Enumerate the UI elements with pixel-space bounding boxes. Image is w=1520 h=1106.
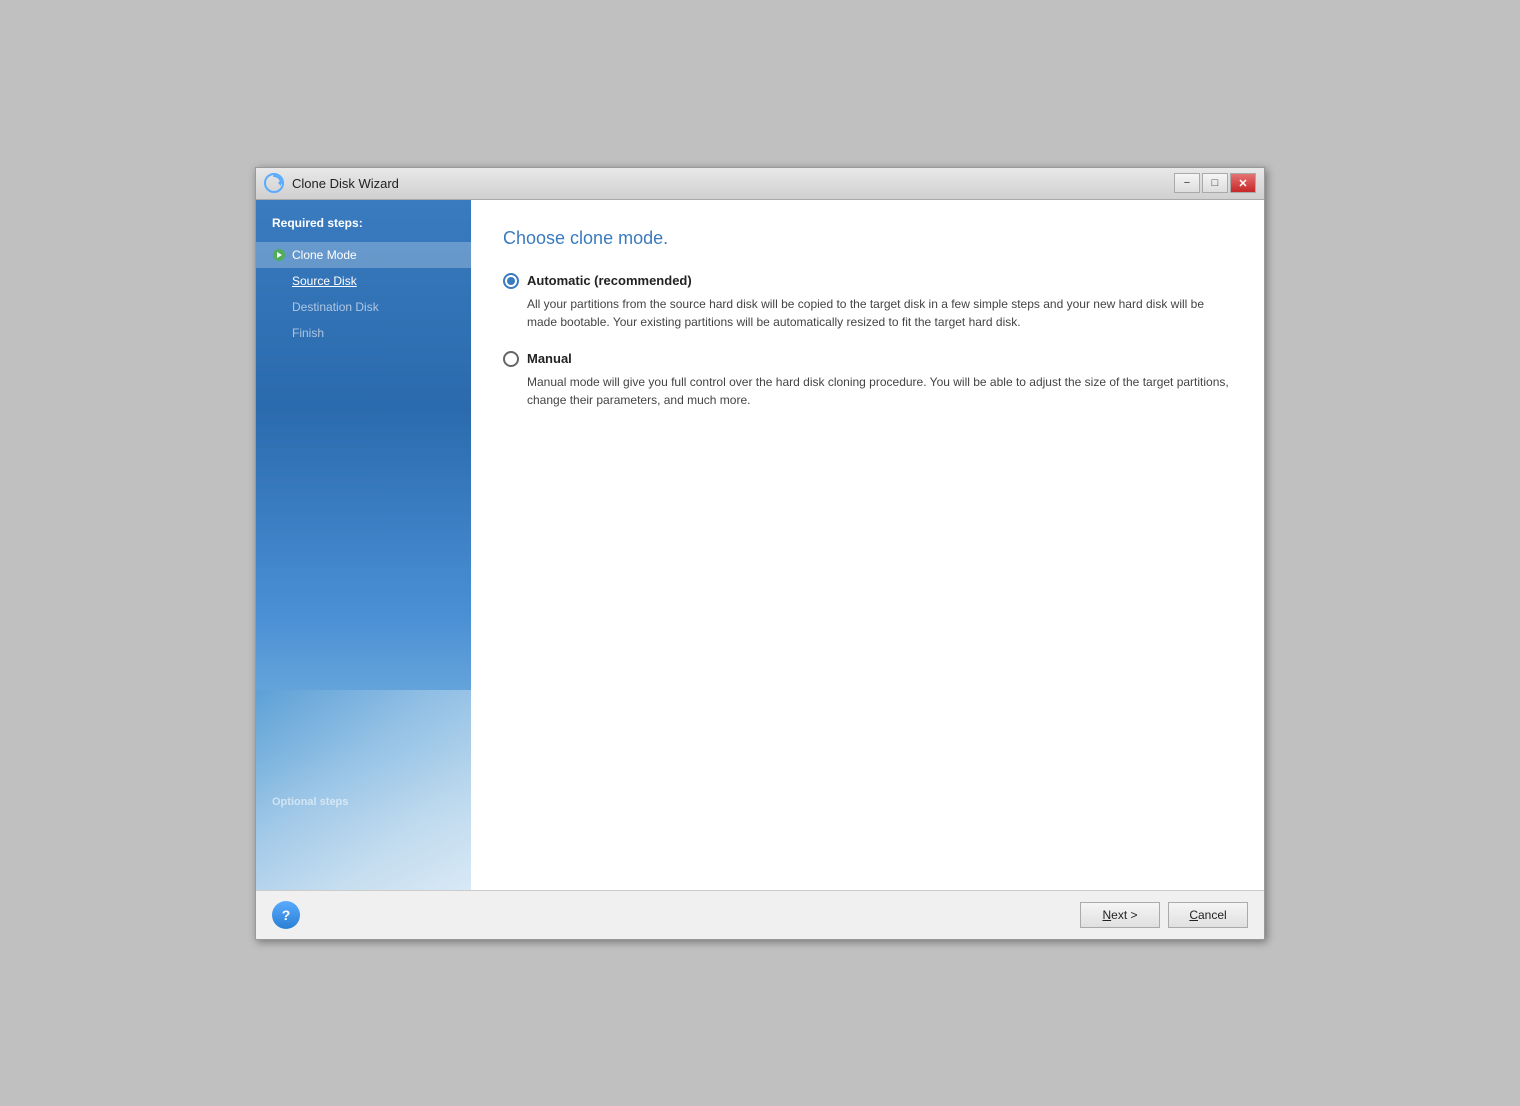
option-manual-desc: Manual mode will give you full control o…: [527, 373, 1232, 409]
sidebar-item-clone-mode[interactable]: Clone Mode: [256, 242, 471, 268]
sidebar-item-destination-disk: Destination Disk: [256, 294, 471, 320]
required-steps-label: Required steps:: [256, 216, 471, 242]
app-icon: [264, 173, 284, 193]
cancel-button[interactable]: Cancel: [1168, 902, 1248, 928]
option-automatic: Automatic (recommended) All your partiti…: [503, 273, 1232, 331]
sidebar-item-destination-disk-label: Destination Disk: [292, 300, 379, 314]
minimize-button[interactable]: −: [1174, 173, 1200, 193]
title-bar-left: Clone Disk Wizard: [264, 173, 399, 193]
wizard-body: Required steps: Clone Mode Source Disk D…: [256, 200, 1264, 890]
sidebar-item-finish: Finish: [256, 320, 471, 346]
title-bar: Clone Disk Wizard − □ ✕: [256, 168, 1264, 200]
option-automatic-label: Automatic (recommended): [527, 273, 692, 288]
main-panel: Choose clone mode. Automatic (recommende…: [471, 200, 1264, 890]
sidebar-item-clone-mode-label: Clone Mode: [292, 248, 357, 262]
option-manual-header[interactable]: Manual: [503, 351, 1232, 367]
sidebar: Required steps: Clone Mode Source Disk D…: [256, 200, 471, 890]
wizard-footer: ? Next > Cancel: [256, 890, 1264, 939]
next-underline-char: Next >: [1102, 908, 1137, 922]
option-automatic-desc: All your partitions from the source hard…: [527, 295, 1232, 331]
option-group: Automatic (recommended) All your partiti…: [503, 273, 1232, 409]
cancel-underline-char: Cancel: [1189, 908, 1226, 922]
radio-manual[interactable]: [503, 351, 519, 367]
title-bar-controls: − □ ✕: [1174, 173, 1256, 193]
optional-steps-section: Optional steps: [272, 792, 348, 810]
option-manual-label: Manual: [527, 351, 572, 366]
arrow-icon: [272, 248, 286, 262]
footer-buttons: Next > Cancel: [1080, 902, 1248, 928]
option-automatic-header[interactable]: Automatic (recommended): [503, 273, 1232, 289]
radio-automatic[interactable]: [503, 273, 519, 289]
radio-automatic-inner: [507, 277, 515, 285]
restore-button[interactable]: □: [1202, 173, 1228, 193]
sidebar-item-finish-label: Finish: [292, 326, 324, 340]
panel-title: Choose clone mode.: [503, 228, 1232, 249]
window-title: Clone Disk Wizard: [292, 176, 399, 191]
option-manual: Manual Manual mode will give you full co…: [503, 351, 1232, 409]
optional-steps-label: Optional steps: [272, 796, 348, 808]
next-button[interactable]: Next >: [1080, 902, 1160, 928]
help-button[interactable]: ?: [272, 901, 300, 929]
sidebar-item-source-disk[interactable]: Source Disk: [256, 268, 471, 294]
sidebar-item-source-disk-label: Source Disk: [292, 274, 357, 288]
close-button[interactable]: ✕: [1230, 173, 1256, 193]
wizard-window: Clone Disk Wizard − □ ✕ Required steps: …: [255, 167, 1265, 940]
